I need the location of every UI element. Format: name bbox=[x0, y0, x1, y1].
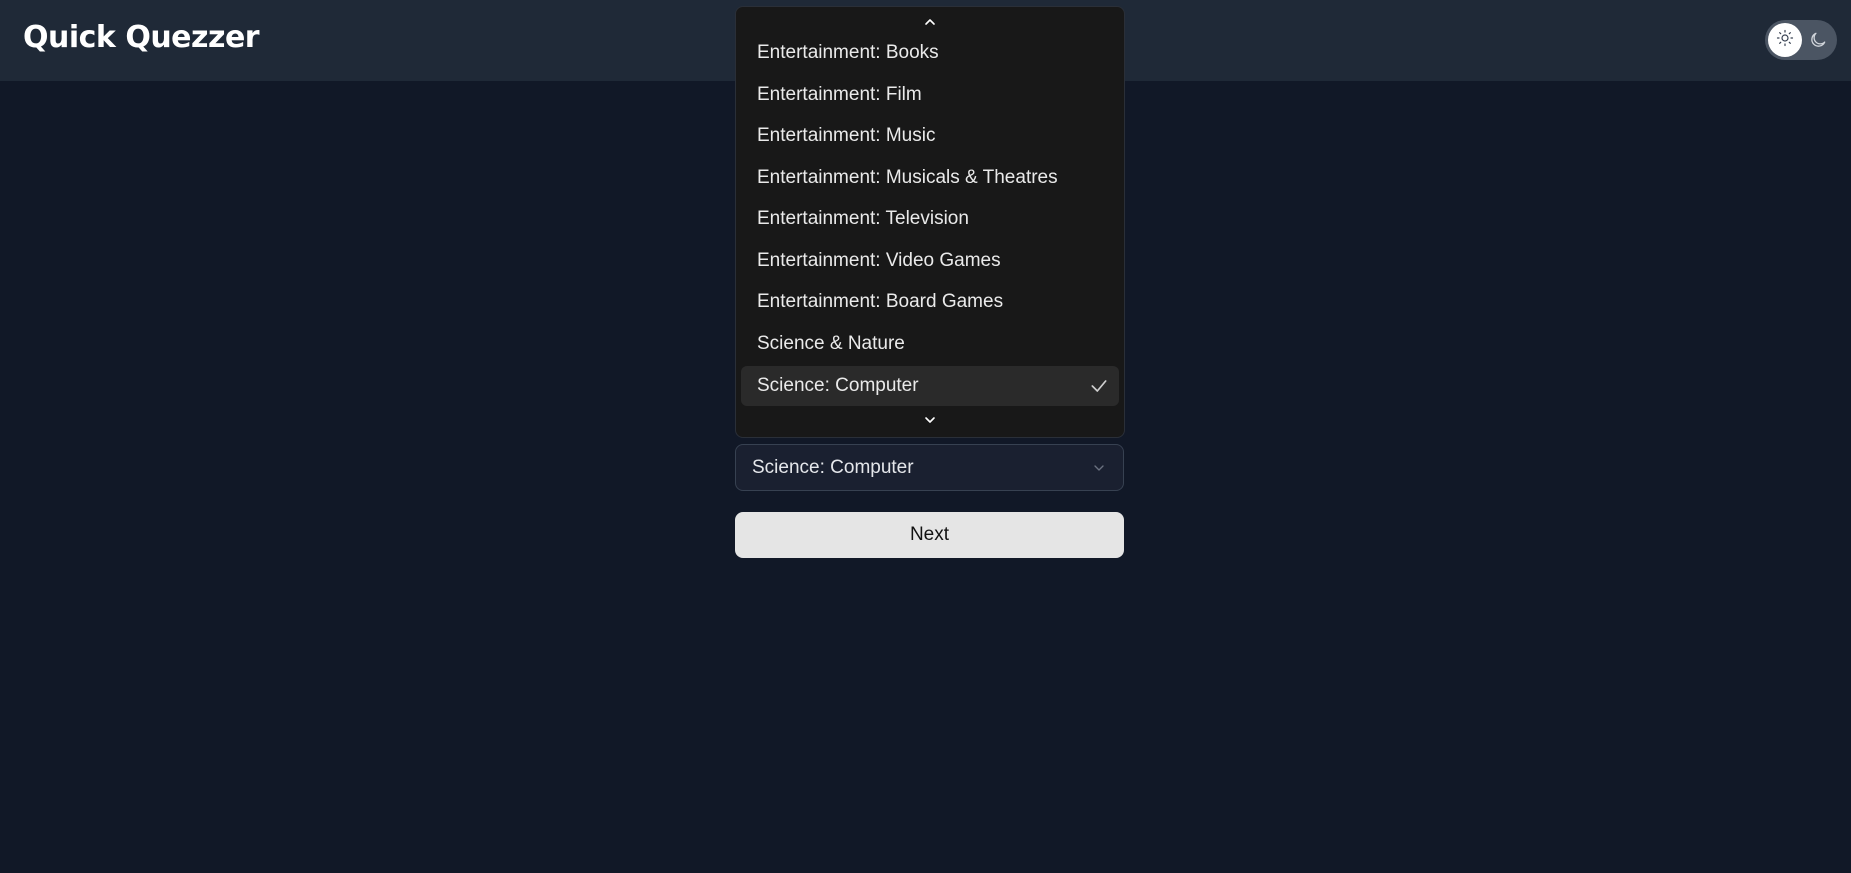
app-title: Quick Quezzer bbox=[23, 20, 260, 55]
category-option-label: Entertainment: Musicals & Theatres bbox=[757, 167, 1058, 188]
category-option-label: Entertainment: Books bbox=[757, 42, 939, 63]
category-option-label: Entertainment: Music bbox=[757, 125, 936, 146]
category-option-label: Entertainment: Film bbox=[757, 84, 922, 105]
category-option[interactable]: Entertainment: Film bbox=[741, 75, 1119, 115]
category-option[interactable]: Entertainment: Board Games bbox=[741, 282, 1119, 322]
moon-icon bbox=[1808, 30, 1828, 50]
category-option[interactable]: Entertainment: Video Games bbox=[741, 241, 1119, 281]
category-option[interactable]: Entertainment: Musicals & Theatres bbox=[741, 158, 1119, 198]
category-option-label: Science: Computer bbox=[757, 375, 919, 396]
category-option[interactable]: Entertainment: Music bbox=[741, 116, 1119, 156]
sun-icon bbox=[1776, 29, 1794, 51]
chevron-down-icon bbox=[922, 412, 938, 432]
chevron-down-icon bbox=[1091, 460, 1107, 476]
category-option-selected[interactable]: Science: Computer bbox=[741, 366, 1119, 406]
category-option[interactable]: Entertainment: Television bbox=[741, 199, 1119, 239]
category-option-label: Entertainment: Video Games bbox=[757, 250, 1001, 271]
next-button-label: Next bbox=[909, 524, 950, 545]
category-option[interactable]: Science & Nature bbox=[741, 324, 1119, 364]
category-option[interactable]: Entertainment: Books bbox=[741, 33, 1119, 73]
category-option-label: Entertainment: Board Games bbox=[757, 291, 1004, 312]
toggle-knob bbox=[1768, 23, 1802, 57]
category-select[interactable]: Science: Computer bbox=[735, 444, 1124, 491]
page: Quick Quezzer Entertainment: Books Enter… bbox=[0, 0, 1851, 873]
category-dropdown-list: Entertainment: Books Entertainment: Film… bbox=[735, 6, 1125, 438]
scroll-up-button[interactable] bbox=[736, 13, 1124, 35]
category-select-value: Science: Computer bbox=[752, 456, 914, 478]
check-icon bbox=[1089, 376, 1109, 396]
theme-toggle[interactable] bbox=[1765, 20, 1837, 60]
category-option-label: Entertainment: Television bbox=[757, 208, 969, 229]
chevron-up-icon bbox=[922, 14, 938, 34]
next-button[interactable]: Next bbox=[735, 512, 1124, 558]
category-option-label: Science & Nature bbox=[757, 333, 905, 354]
scroll-down-button[interactable] bbox=[736, 411, 1124, 433]
